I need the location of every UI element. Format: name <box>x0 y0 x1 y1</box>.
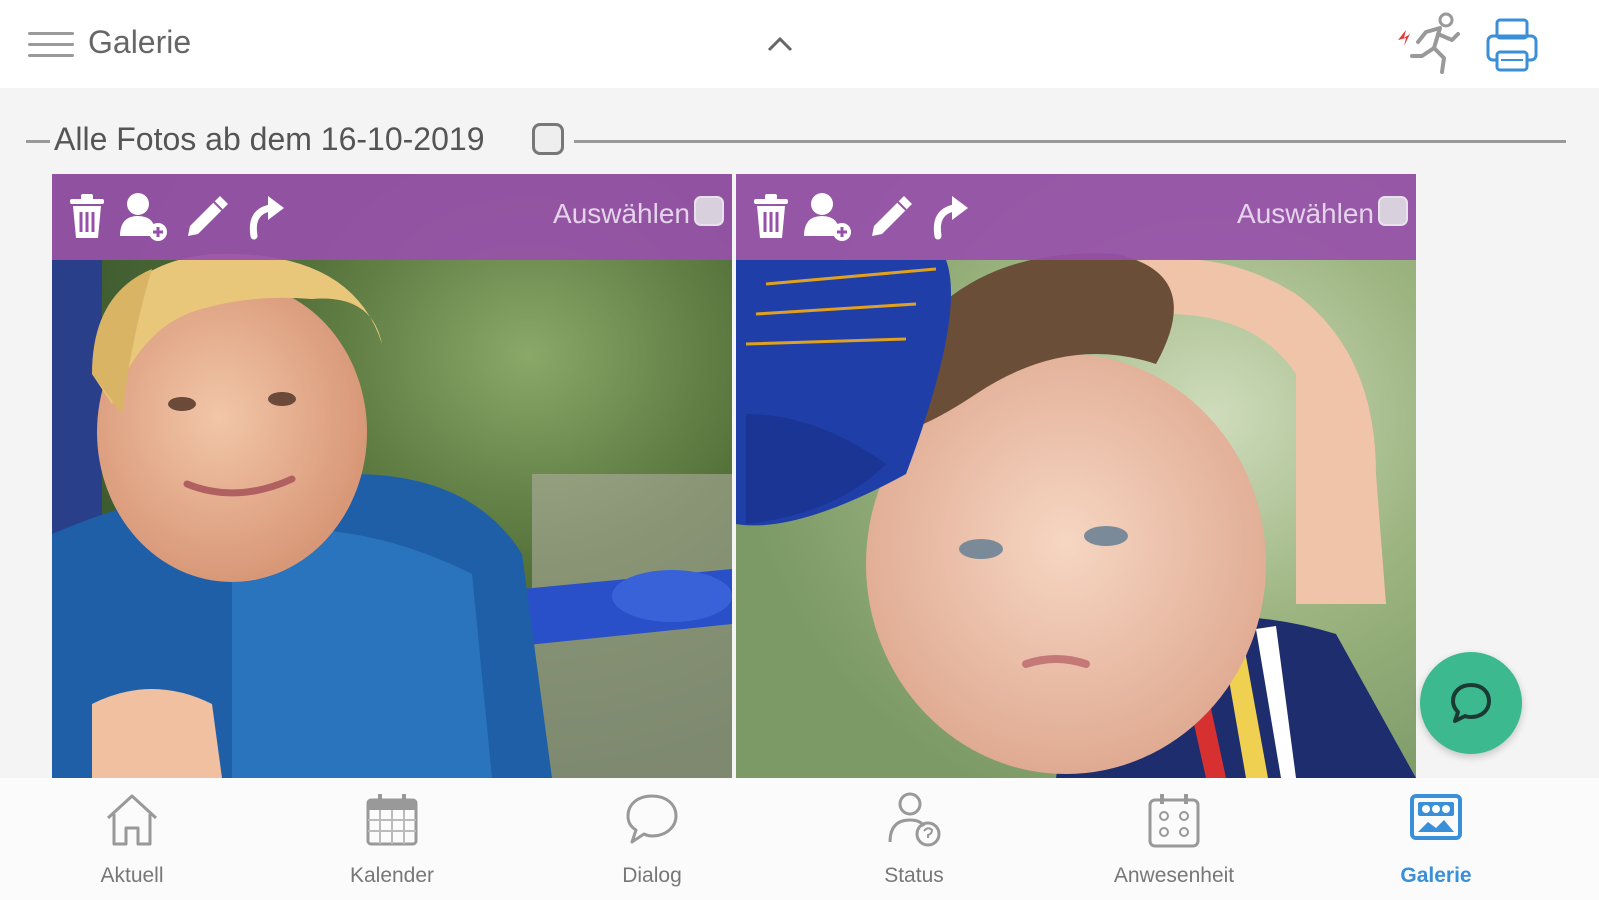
person-status-icon <box>888 792 941 847</box>
chat-bubble-icon <box>1451 683 1491 723</box>
bottom-navigation: Aktuell Kalender Dialog Status Anwesenhe… <box>0 778 1599 900</box>
select-label: Auswählen <box>553 198 690 229</box>
photo-card: Auswählen <box>52 174 732 778</box>
hamburger-menu-icon[interactable] <box>28 30 74 60</box>
select-label: Auswählen <box>1237 198 1374 229</box>
rotate-icon[interactable] <box>242 190 292 242</box>
app-header: Galerie <box>0 0 1599 88</box>
nav-item-anwesenheit[interactable]: Anwesenheit <box>1084 788 1264 892</box>
add-person-icon[interactable] <box>802 190 852 242</box>
speech-bubble-icon <box>626 794 678 844</box>
nav-item-kalender[interactable]: Kalender <box>302 788 482 892</box>
trash-icon[interactable] <box>746 190 796 242</box>
child-photo-2[interactable] <box>736 174 1416 778</box>
divider <box>574 140 1566 143</box>
calendar-icon <box>366 794 418 846</box>
nav-label: Dialog <box>622 864 682 887</box>
pencil-icon[interactable] <box>182 190 232 242</box>
nav-label: Kalender <box>349 864 435 887</box>
section-title: Alle Fotos ab dem 16-10-2019 <box>54 121 485 157</box>
add-person-icon[interactable] <box>118 190 168 242</box>
nav-item-status[interactable]: Status <box>824 788 1004 892</box>
nav-label: Anwesenheit <box>1113 864 1235 887</box>
printer-icon[interactable] <box>1484 16 1540 74</box>
select-photo-checkbox[interactable] <box>1378 196 1408 226</box>
photo-toolbar: Auswählen <box>736 174 1416 260</box>
emergency-exit-icon[interactable] <box>1392 10 1464 76</box>
nav-label: Galerie <box>1400 864 1472 887</box>
gallery-icon <box>1410 794 1462 840</box>
attendance-board-icon <box>1148 794 1200 848</box>
nav-label: Aktuell <box>100 864 164 887</box>
nav-label: Status <box>884 864 944 887</box>
nav-item-dialog[interactable]: Dialog <box>562 788 742 892</box>
nav-item-galerie[interactable]: Galerie <box>1346 788 1526 892</box>
photo-toolbar: Auswählen <box>52 174 732 260</box>
select-all-checkbox[interactable] <box>532 123 564 155</box>
photo-section-heading: Alle Fotos ab dem 16-10-2019 <box>26 118 1571 162</box>
chevron-up-icon[interactable] <box>764 30 796 56</box>
select-photo-checkbox[interactable] <box>694 196 724 226</box>
chat-fab-button[interactable] <box>1420 652 1522 754</box>
rotate-icon[interactable] <box>926 190 976 242</box>
home-icon <box>106 794 158 846</box>
photo-card: Auswählen <box>736 174 1416 778</box>
trash-icon[interactable] <box>62 190 112 242</box>
page-title: Galerie <box>88 24 192 60</box>
nav-item-aktuell[interactable]: Aktuell <box>42 788 222 892</box>
child-photo-1[interactable] <box>52 174 732 778</box>
divider <box>26 140 50 143</box>
pencil-icon[interactable] <box>866 190 916 242</box>
